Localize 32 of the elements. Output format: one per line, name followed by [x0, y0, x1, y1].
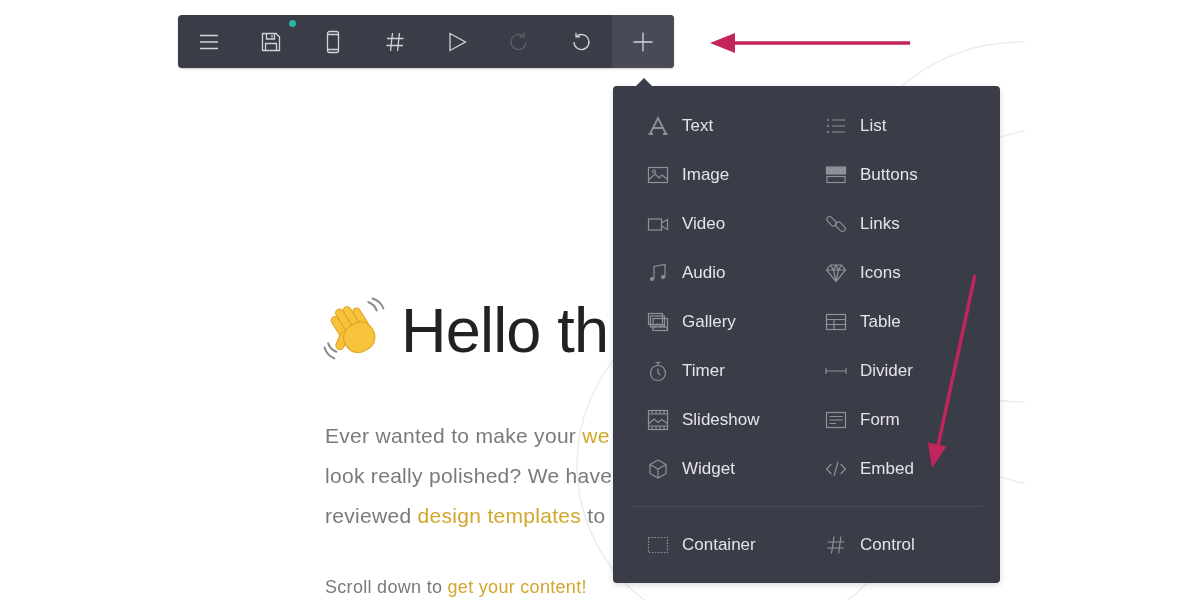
letter-a-icon	[647, 114, 669, 137]
slideshow-icon	[647, 408, 669, 431]
buttons-icon	[825, 163, 847, 186]
hash-icon	[825, 533, 847, 556]
intro-paragraph: Ever wanted to make your we look really polished? We have reviewed design templates to	[325, 423, 613, 529]
menu-item[interactable]: Form	[825, 395, 900, 444]
menu-item[interactable]: Icons	[825, 248, 901, 297]
music-note-icon	[647, 261, 669, 284]
gallery-icon	[647, 310, 669, 333]
menu-item[interactable]: Image	[647, 150, 730, 199]
menu-item[interactable]: Video	[647, 199, 726, 248]
menu-item[interactable]: Control	[825, 520, 915, 569]
menu-item[interactable]: Slideshow	[647, 395, 760, 444]
page-heading: Hello th	[401, 294, 609, 367]
stopwatch-icon	[647, 359, 669, 382]
menu-item[interactable]: Gallery	[647, 297, 736, 346]
divider-icon	[825, 366, 847, 375]
menu-item[interactable]: Divider	[825, 346, 913, 395]
diamond-icon	[825, 261, 847, 284]
menu-item[interactable]: List	[825, 101, 887, 150]
menu-item[interactable]: Timer	[647, 346, 725, 395]
menu-item[interactable]: Text	[647, 101, 714, 150]
add-button[interactable]	[612, 15, 674, 68]
menu-item[interactable]: Embed	[825, 444, 914, 493]
scroll-hint-text: Scroll down to get your content!	[325, 576, 587, 598]
menu-item[interactable]: Table	[825, 297, 901, 346]
menu-item[interactable]: Links	[825, 199, 900, 248]
cube-icon	[647, 457, 669, 480]
menu-item[interactable]: Audio	[647, 248, 726, 297]
menu-item[interactable]: Widget	[647, 444, 735, 493]
menu-item[interactable]: Buttons	[825, 150, 918, 199]
menu-item[interactable]: Container	[647, 520, 756, 569]
